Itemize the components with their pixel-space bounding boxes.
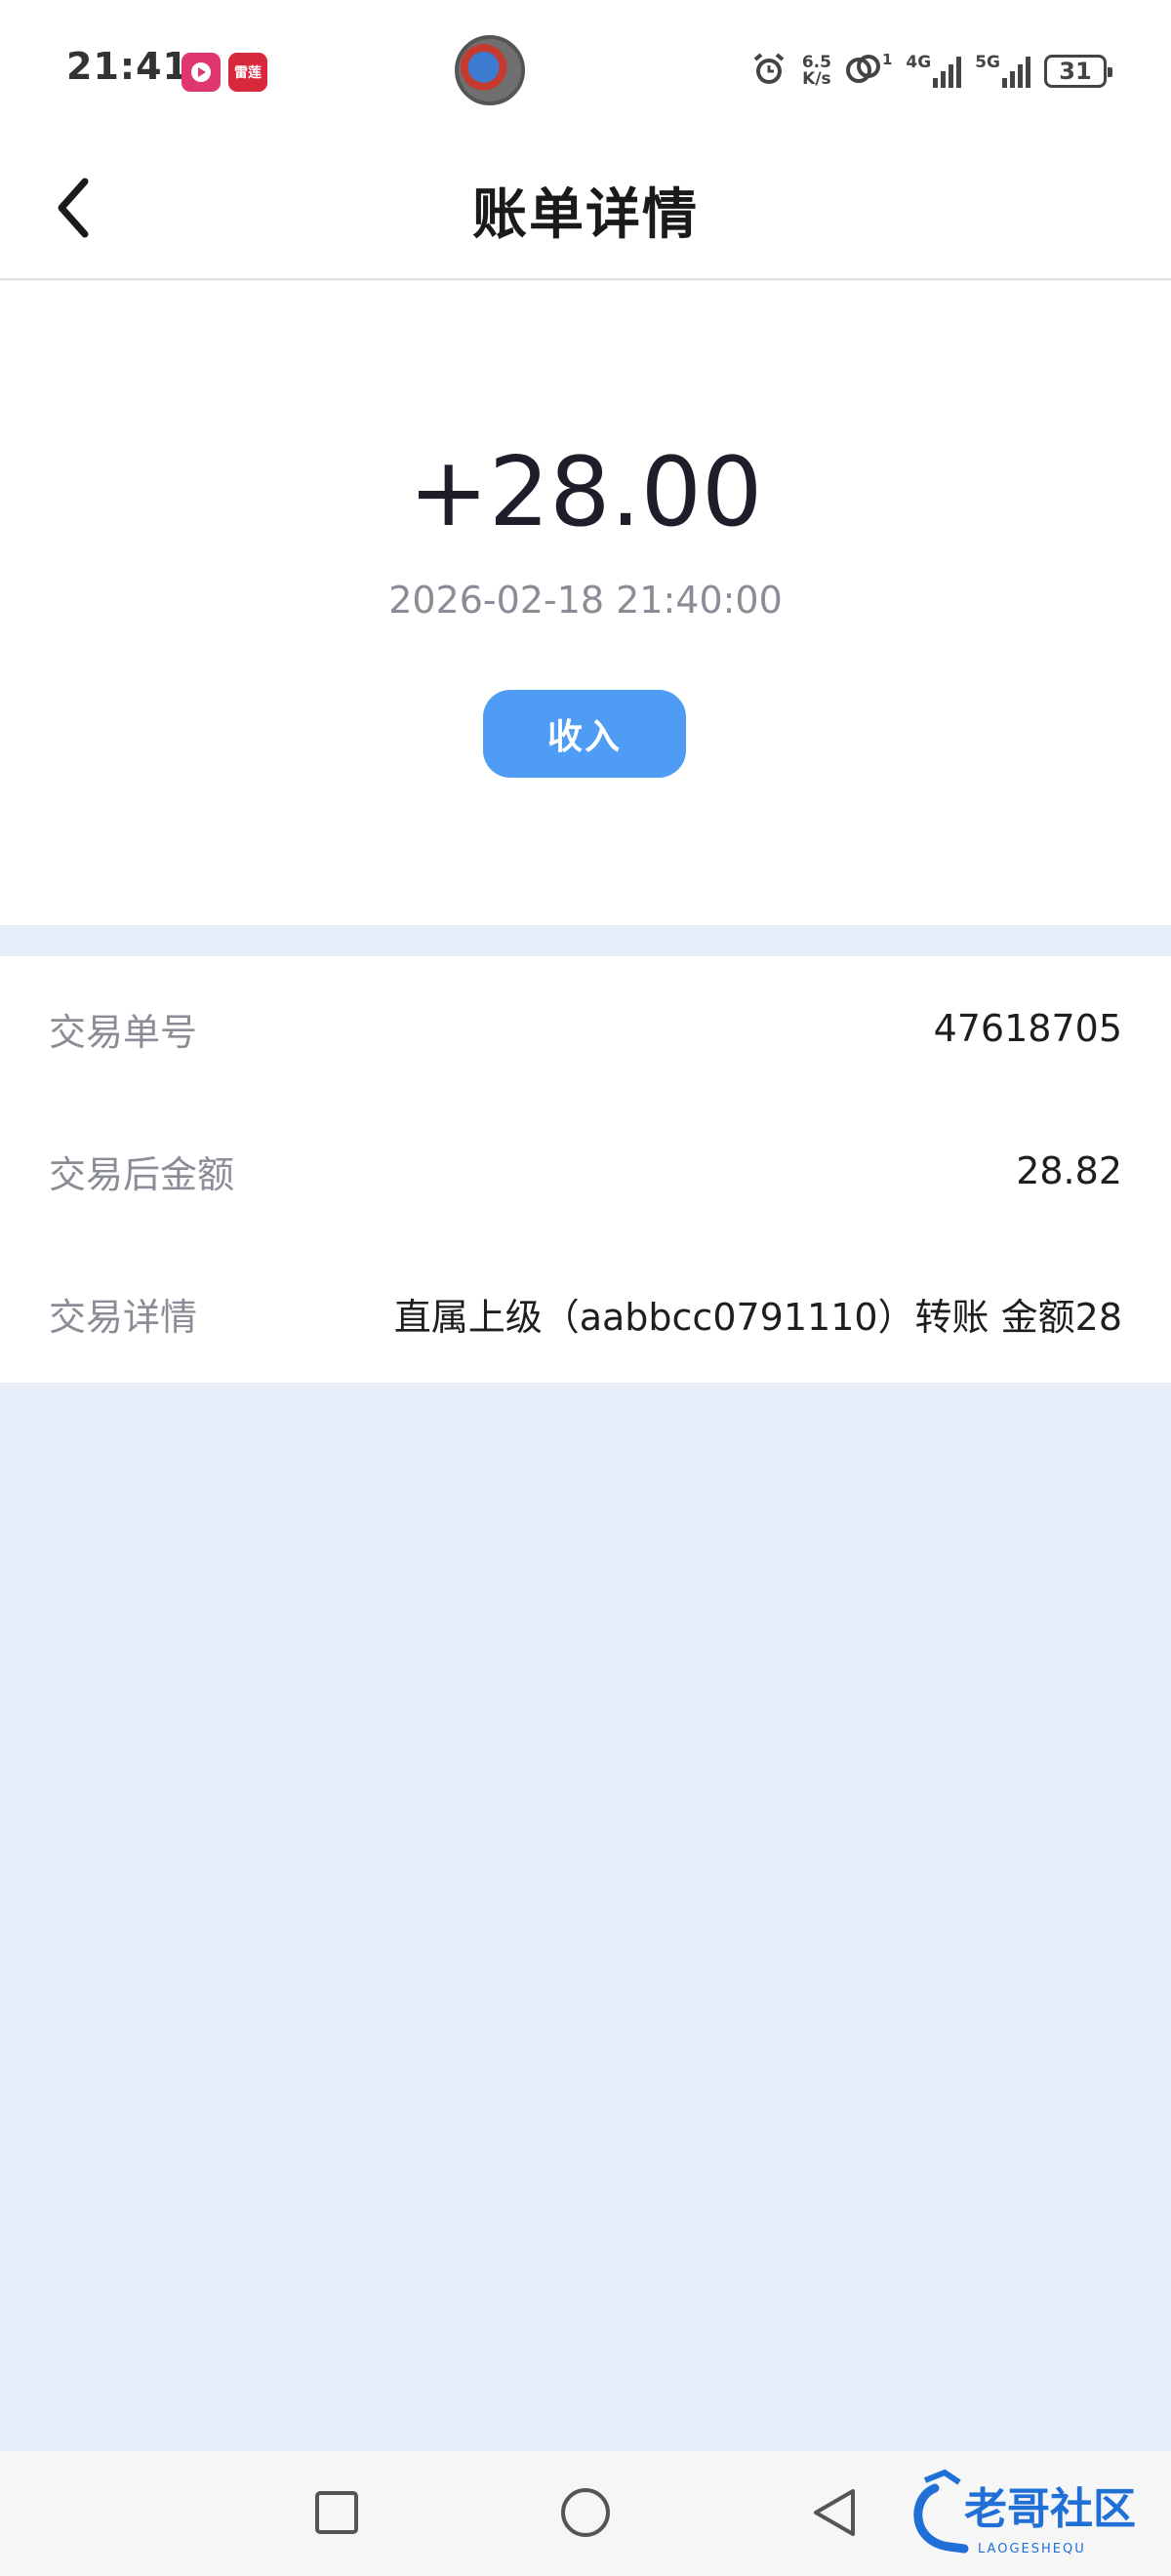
recent-apps-button[interactable] (303, 2480, 371, 2549)
status-time: 21:41 (66, 45, 189, 88)
watermark-logo: 老哥社区 LAOGESHEQU (906, 2459, 1159, 2566)
detail-value: 直属上级（aabbcc0791110）转账 金额28 (393, 1295, 1122, 1339)
battery-indicator: 31 (1044, 55, 1112, 88)
detail-row-description: 交易详情 直属上级（aabbcc0791110）转账 金额28 (49, 1274, 1122, 1352)
signal-bars-icon (933, 55, 962, 88)
video-app-icon (182, 53, 221, 92)
sim1-signal: 4G (906, 53, 962, 88)
transaction-amount: +28.00 (408, 437, 763, 548)
detail-row-balance-after: 交易后金额 28.82 (49, 1132, 1122, 1210)
status-bar: 21:41 雷莲 6.5 K/s 1 4G 5G 31 (0, 0, 1171, 141)
sim2-type: 5G (975, 53, 1000, 72)
detail-label: 交易后金额 (49, 1152, 235, 1196)
svg-text:老哥社区: 老哥社区 (964, 2484, 1136, 2534)
nav-bar: 账单详情 (0, 141, 1171, 280)
net-speed: 6.5 K/s (802, 55, 831, 88)
home-button[interactable] (551, 2480, 620, 2549)
app-icon-2: 雷莲 (228, 53, 267, 92)
link-indicator: 1 (845, 53, 892, 90)
sim2-signal: 5G (975, 55, 1030, 88)
sim1-type: 4G (906, 53, 932, 72)
status-indicators: 6.5 K/s 1 4G 5G 31 (749, 49, 1112, 94)
detail-value: 47618705 (933, 1007, 1122, 1050)
chevron-left-icon (54, 178, 93, 242)
back-button[interactable] (39, 161, 107, 259)
detail-row-order-no: 交易单号 47618705 (49, 989, 1122, 1067)
transaction-type-badge: 收入 (483, 690, 686, 778)
transaction-details: 交易单号 47618705 交易后金额 28.82 交易详情 直属上级（aabb… (0, 956, 1171, 1383)
page-title: 账单详情 (472, 182, 699, 247)
link-badge: 1 (881, 51, 893, 68)
detail-value: 28.82 (1016, 1149, 1122, 1192)
transaction-summary: +28.00 2026-02-18 21:40:00 收入 (0, 281, 1171, 925)
system-back-button[interactable] (800, 2480, 868, 2549)
link-icon (845, 53, 882, 90)
square-icon (313, 2489, 360, 2540)
svg-text:LAOGESHEQU: LAOGESHEQU (978, 2542, 1086, 2556)
center-avatar (455, 35, 525, 105)
circle-icon (559, 2486, 612, 2543)
net-speed-unit: K/s (802, 69, 831, 89)
signal-bars-icon (1002, 55, 1030, 88)
triangle-back-icon (810, 2486, 859, 2543)
detail-label: 交易单号 (49, 1010, 198, 1054)
transaction-datetime: 2026-02-18 21:40:00 (388, 579, 783, 622)
alarm-icon (749, 50, 788, 93)
detail-label: 交易详情 (49, 1295, 198, 1339)
